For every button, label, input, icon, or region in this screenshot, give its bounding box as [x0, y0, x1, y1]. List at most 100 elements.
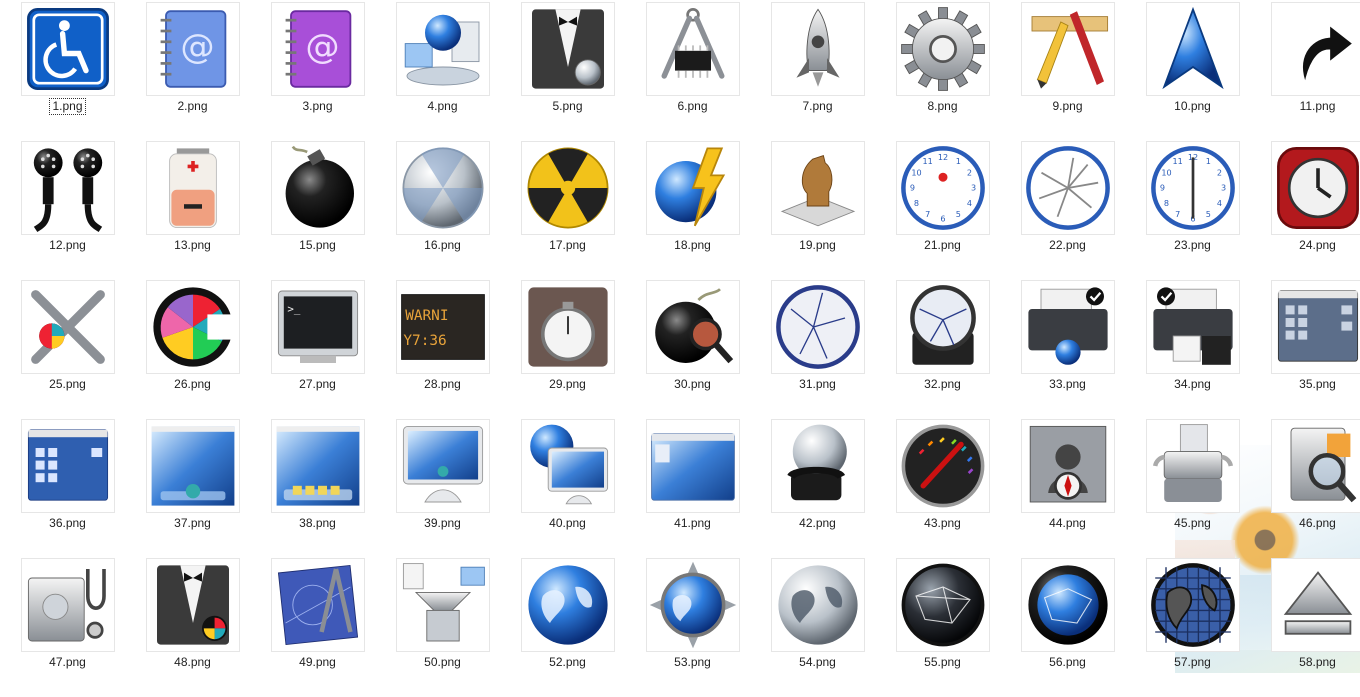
clock-multi-hands-icon — [1023, 143, 1113, 233]
file-item[interactable]: 58.png — [1255, 558, 1360, 697]
file-item[interactable]: 26.png — [130, 280, 255, 419]
console-warning-icon: WARNIY7:36 — [398, 282, 488, 372]
svg-text:9: 9 — [909, 183, 914, 193]
file-item[interactable]: 1.png — [5, 2, 130, 141]
globe-telephone-icon — [773, 421, 863, 511]
file-item[interactable]: 34.png — [1130, 280, 1255, 419]
file-name-label: 57.png — [1172, 655, 1213, 670]
battery-low-icon — [148, 143, 238, 233]
file-item[interactable]: 25.png — [5, 280, 130, 419]
blueprint-compass-icon — [273, 560, 363, 650]
file-thumbnail — [271, 141, 365, 235]
file-item[interactable]: 16.png — [380, 141, 505, 280]
svg-text:4: 4 — [966, 198, 971, 208]
file-item[interactable]: 49.png — [255, 558, 380, 697]
file-name-label: 8.png — [925, 99, 959, 114]
file-thumbnail — [646, 280, 740, 374]
file-item[interactable]: 12123456789101123.png — [1130, 141, 1255, 280]
disk-stethoscope-icon — [23, 560, 113, 650]
file-name-label: 49.png — [297, 655, 338, 670]
file-thumbnail — [21, 2, 115, 96]
file-funnel-icon — [398, 560, 488, 650]
display-globe-icon — [523, 421, 613, 511]
file-item[interactable]: 19.png — [755, 141, 880, 280]
file-item[interactable]: 31.png — [755, 280, 880, 419]
file-item[interactable]: 17.png — [505, 141, 630, 280]
file-item[interactable]: 52.png — [505, 558, 630, 697]
file-thumbnail — [1021, 141, 1115, 235]
file-item[interactable]: 46.png — [1255, 419, 1360, 558]
file-item[interactable]: @2.png — [130, 2, 255, 141]
burn-disc-yellow-icon — [523, 143, 613, 233]
file-thumbnail — [771, 280, 865, 374]
file-thumbnail — [646, 141, 740, 235]
file-item[interactable]: 40.png — [505, 419, 630, 558]
file-name-label: 37.png — [172, 516, 213, 531]
file-item[interactable]: 33.png — [1005, 280, 1130, 419]
file-item[interactable]: 30.png — [630, 280, 755, 419]
file-name-label: 48.png — [172, 655, 213, 670]
file-item[interactable]: 18.png — [630, 141, 755, 280]
eject-icon — [1273, 560, 1360, 650]
file-item[interactable]: 39.png — [380, 419, 505, 558]
file-item[interactable]: 5.png — [505, 2, 630, 141]
colorsync-icon — [148, 282, 238, 372]
file-item[interactable]: 47.png — [5, 558, 130, 697]
file-item[interactable]: 7.png — [755, 2, 880, 141]
file-item[interactable]: 42.png — [755, 419, 880, 558]
file-item[interactable]: 41.png — [630, 419, 755, 558]
file-name-label: 46.png — [1297, 516, 1338, 531]
file-item[interactable]: 56.png — [1005, 558, 1130, 697]
file-item[interactable]: 24.png — [1255, 141, 1360, 280]
file-item[interactable]: 4.png — [380, 2, 505, 141]
file-item[interactable]: WARNIY7:3628.png — [380, 280, 505, 419]
file-item[interactable]: 35.png — [1255, 280, 1360, 419]
bomb-icon — [273, 143, 363, 233]
file-item[interactable]: 15.png — [255, 141, 380, 280]
file-thumbnail — [896, 558, 990, 652]
file-item[interactable]: 36.png — [5, 419, 130, 558]
midi-cable-icon — [23, 143, 113, 233]
file-item[interactable]: 50.png — [380, 558, 505, 697]
file-item[interactable]: 22.png — [1005, 141, 1130, 280]
file-item[interactable]: 48.png — [130, 558, 255, 697]
desktop-dock-folders-icon — [273, 421, 363, 511]
file-item[interactable]: 13.png — [130, 141, 255, 280]
file-thumbnail — [146, 141, 240, 235]
desktop-gray-icon — [1273, 282, 1360, 372]
file-item[interactable]: 8.png — [880, 2, 1005, 141]
file-name-label: 53.png — [672, 655, 713, 670]
file-thumbnail — [521, 419, 615, 513]
file-item[interactable]: 57.png — [1130, 558, 1255, 697]
file-name-label: 17.png — [547, 238, 588, 253]
file-thumbnail — [771, 141, 865, 235]
file-item[interactable]: 53.png — [630, 558, 755, 697]
file-thumbnail — [396, 558, 490, 652]
file-item[interactable]: 29.png — [505, 280, 630, 419]
file-item[interactable]: 43.png — [880, 419, 1005, 558]
file-item[interactable]: 54.png — [755, 558, 880, 697]
file-name-label: 6.png — [675, 99, 709, 114]
svg-text:5: 5 — [1205, 209, 1210, 219]
file-item[interactable]: @3.png — [255, 2, 380, 141]
file-item[interactable]: 10.png — [1130, 2, 1255, 141]
file-item[interactable]: 38.png — [255, 419, 380, 558]
file-item[interactable]: 6.png — [630, 2, 755, 141]
file-thumbnail — [1021, 280, 1115, 374]
file-thumbnail — [896, 280, 990, 374]
file-thumbnail — [1146, 280, 1240, 374]
file-item[interactable]: >_27.png — [255, 280, 380, 419]
file-thumbnail — [146, 419, 240, 513]
file-item[interactable]: 55.png — [880, 558, 1005, 697]
file-item[interactable]: 37.png — [130, 419, 255, 558]
file-item[interactable]: 9.png — [1005, 2, 1130, 141]
file-name-label: 1.png — [50, 99, 84, 114]
file-item[interactable]: 12123456789101121.png — [880, 141, 1005, 280]
file-item[interactable]: 11.png — [1255, 2, 1360, 141]
file-item[interactable]: 45.png — [1130, 419, 1255, 558]
file-item[interactable]: 12.png — [5, 141, 130, 280]
file-item[interactable]: 32.png — [880, 280, 1005, 419]
file-item[interactable]: 44.png — [1005, 419, 1130, 558]
file-name-label: 27.png — [297, 377, 338, 392]
file-thumbnail — [1271, 280, 1360, 374]
